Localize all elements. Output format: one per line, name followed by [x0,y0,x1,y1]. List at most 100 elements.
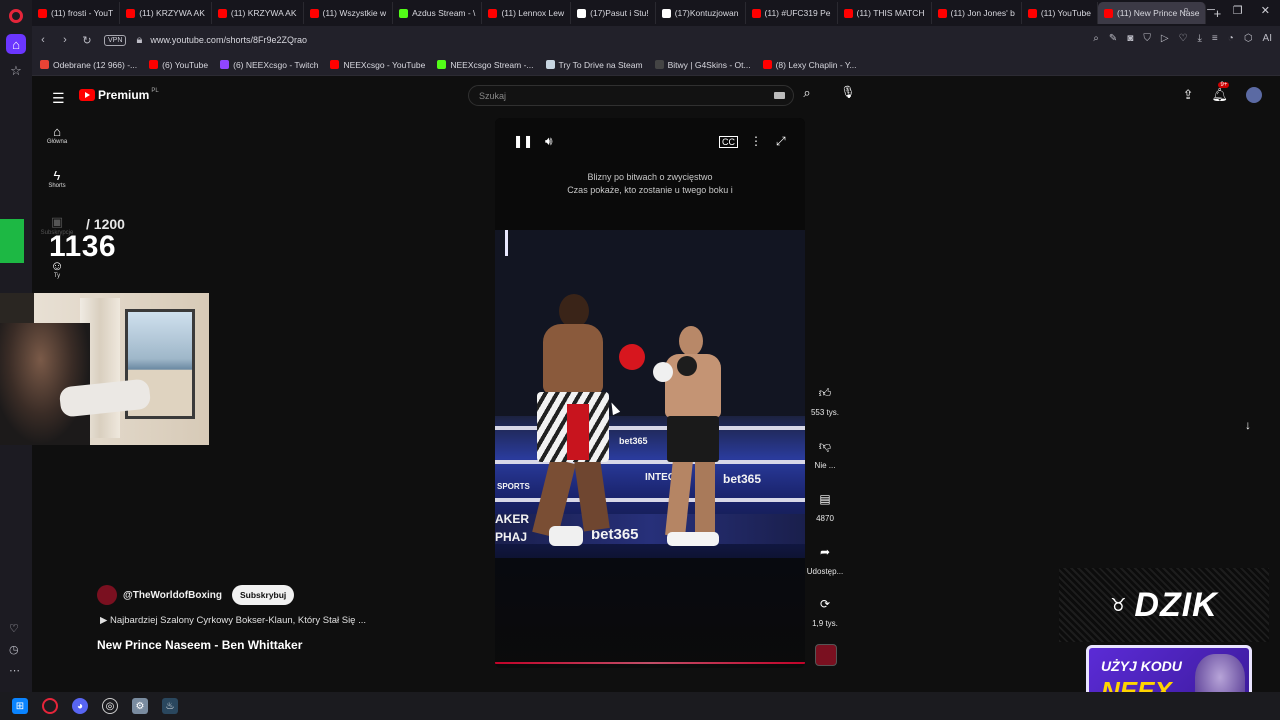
search-icon[interactable]: ⌕ [797,85,817,106]
tab-label: Azdus Stream - \ [412,8,476,18]
browser-tab[interactable]: (11) Wszystkie w [304,2,394,24]
browser-tab[interactable]: (11) KRZYWA AK [120,2,212,24]
bookmark-label: (8) Lexy Chaplin - Y... [775,59,857,70]
more-rail-icon[interactable]: ⋯ [9,664,20,677]
minimize-icon[interactable]: ─ [1207,4,1215,17]
steam-taskbar-icon[interactable]: ♨ [162,698,178,714]
browser-tab[interactable]: (17)Kontuzjowan [656,2,746,24]
short-title[interactable]: New Prince Naseem - Ben Whittaker [97,638,302,652]
youtube-premium-logo[interactable]: Premium PL [79,88,159,102]
bookmark-label: NEEXcsgo Stream -... [450,59,534,70]
bookmark-item[interactable]: Odebrane (12 966) -... [40,60,137,70]
url-field[interactable]: www.youtube.com/shorts/8Fr9e2ZQrao [150,35,307,45]
tab-label: (11) THIS MATCH [856,8,925,18]
settings-icon[interactable]: ⚙ [132,698,148,714]
profile-icon[interactable]: ◔ [1228,33,1234,44]
captions-icon[interactable]: CC [719,136,738,148]
logo-country: PL [151,88,159,94]
lock-icon: 🔒︎ [136,33,143,46]
browser-tab[interactable]: (11) frosti - YouT [32,2,121,24]
tab-label: (11) frosti - YouT [51,8,114,18]
microphone-icon[interactable]: 🎙︎ [838,85,858,106]
search-input[interactable] [479,89,769,103]
menu-icon[interactable]: ≡ [1212,33,1218,44]
play-icon[interactable]: ▷ [1161,33,1169,44]
like-button[interactable]: 👍︎ 553 tys. [803,386,847,417]
bookmark-item[interactable]: (8) Lexy Chaplin - Y... [762,59,857,70]
browser-tab[interactable]: (11) Jon Jones' b [932,2,1022,24]
sound-channel-thumbnail[interactable] [815,644,837,666]
star-rail-icon[interactable]: ☆ [6,61,26,81]
subscribe-button[interactable]: Subskrybuj [232,585,295,605]
heart-icon[interactable]: ♡ [1179,33,1188,44]
app-icon[interactable]: ◎ [102,698,118,714]
pause-icon[interactable]: ❚❚ [513,134,533,148]
browser-tab[interactable]: Azdus Stream - \ [393,2,483,24]
comments-button[interactable]: ▤ 4870 [803,492,847,523]
volume-icon[interactable]: 🔊︎ [545,134,553,149]
bookmark-label: Odebrane (12 966) -... [53,59,138,70]
search-tabs-icon[interactable]: ⌕ [1183,4,1189,17]
notifications-bell-icon[interactable]: 🔔︎ 9+ [1211,82,1230,103]
guide-item-shorts[interactable]: ϟ Shorts [32,168,82,189]
aria-ai-icon[interactable]: AI [1263,33,1272,44]
channel-name[interactable]: @TheWorldofBoxing [123,590,222,601]
browser-tab[interactable]: (11) #UFC319 Pe [746,2,838,24]
channel-avatar[interactable] [97,585,117,605]
keyboard-icon[interactable] [774,92,785,99]
heart-rail-icon[interactable]: ♡ [9,622,19,635]
bookmark-item[interactable]: NEEXcsgo - YouTube [330,60,425,70]
discord-icon[interactable]: ◕ [72,698,88,714]
browser-tab[interactable]: (11) THIS MATCH [838,2,932,24]
share-button[interactable]: ➦ Udostęp... [803,545,847,576]
shield-icon[interactable]: ⛉ [1143,33,1151,44]
video-progress-bar[interactable] [495,662,805,664]
extensions-icon[interactable]: ⬡ [1244,33,1253,44]
maximize-icon[interactable]: ❐ [1233,4,1243,17]
download-icon[interactable]: ⤓ [1198,33,1202,44]
bookmark-item[interactable]: (6) YouTube [149,60,208,70]
bookmark-label: Try To Drive na Steam [558,59,643,70]
browser-tab[interactable]: (17)Pasut i Stu! [571,2,656,24]
opera-taskbar-icon[interactable] [42,698,58,714]
upload-icon[interactable]: ⇪ [1183,87,1194,103]
bookmark-item[interactable]: Bitwy | G4Skins - Ot... [654,59,751,70]
vpn-badge[interactable]: VPN [104,34,127,46]
bookmark-label: Bitwy | G4Skins - Ot... [667,59,751,70]
forward-icon[interactable]: › [54,34,76,46]
counter-progress-bar [0,219,24,263]
windows-start-icon[interactable]: ⊞ [12,698,28,714]
reload-icon[interactable]: ↻ [76,34,98,47]
ad-text: bet365 [619,436,648,446]
guide-item-home[interactable]: ⌂ Główna [32,124,82,145]
back-icon[interactable]: ‹ [32,34,54,46]
remix-button[interactable]: ⟳ 1,9 tys. [803,597,847,628]
browser-tab[interactable]: (11) YouTube [1022,2,1098,24]
opera-logo-icon[interactable] [9,9,23,23]
more-options-icon[interactable]: ⋮ [750,134,762,148]
browser-tab[interactable]: (11) KRZYWA AK [212,2,304,24]
history-rail-icon[interactable]: ◷ [9,643,19,656]
short-description[interactable]: ▶ Najbardziej Szalony Cyrkowy Bokser-Kla… [100,615,366,626]
bookmark-item[interactable]: Try To Drive na Steam [545,59,643,70]
guide-menu-icon[interactable]: ☰ [52,90,65,107]
edit-icon[interactable]: ✎ [1109,33,1117,44]
close-icon[interactable]: ✕ [1261,4,1270,17]
sponsor-brand: DZIK [1134,585,1218,624]
home-rail-icon[interactable]: ⌂ [6,34,26,54]
fullscreen-icon[interactable]: ⤢ [776,134,786,149]
browser-tab[interactable]: (11) Lennox Lew [482,2,572,24]
shorts-player[interactable]: ❚❚ 🔊︎ CC ⋮ ⤢ Blizny po bitwach o zwycięs… [495,118,805,668]
comment-count: 4870 [816,514,834,523]
twitch-icon [220,60,230,69]
next-short-arrow-icon[interactable]: ↓ [1239,418,1257,436]
bull-logo-icon: ♉ [1110,594,1127,615]
bookmark-item[interactable]: (6) NEEXcsgo - Twitch [220,60,318,70]
account-avatar[interactable] [1246,87,1262,103]
camera-icon[interactable]: ◙ [1127,33,1133,44]
description-text: Najbardziej Szalony Cyrkowy Bokser-Klaun… [109,615,367,626]
find-icon[interactable]: ⌕ [1093,33,1099,44]
dislike-button[interactable]: 👎︎ Nie ... [803,439,847,470]
share-icon: ➦ [819,545,831,559]
bookmark-item[interactable]: NEEXcsgo Stream -... [437,59,534,70]
